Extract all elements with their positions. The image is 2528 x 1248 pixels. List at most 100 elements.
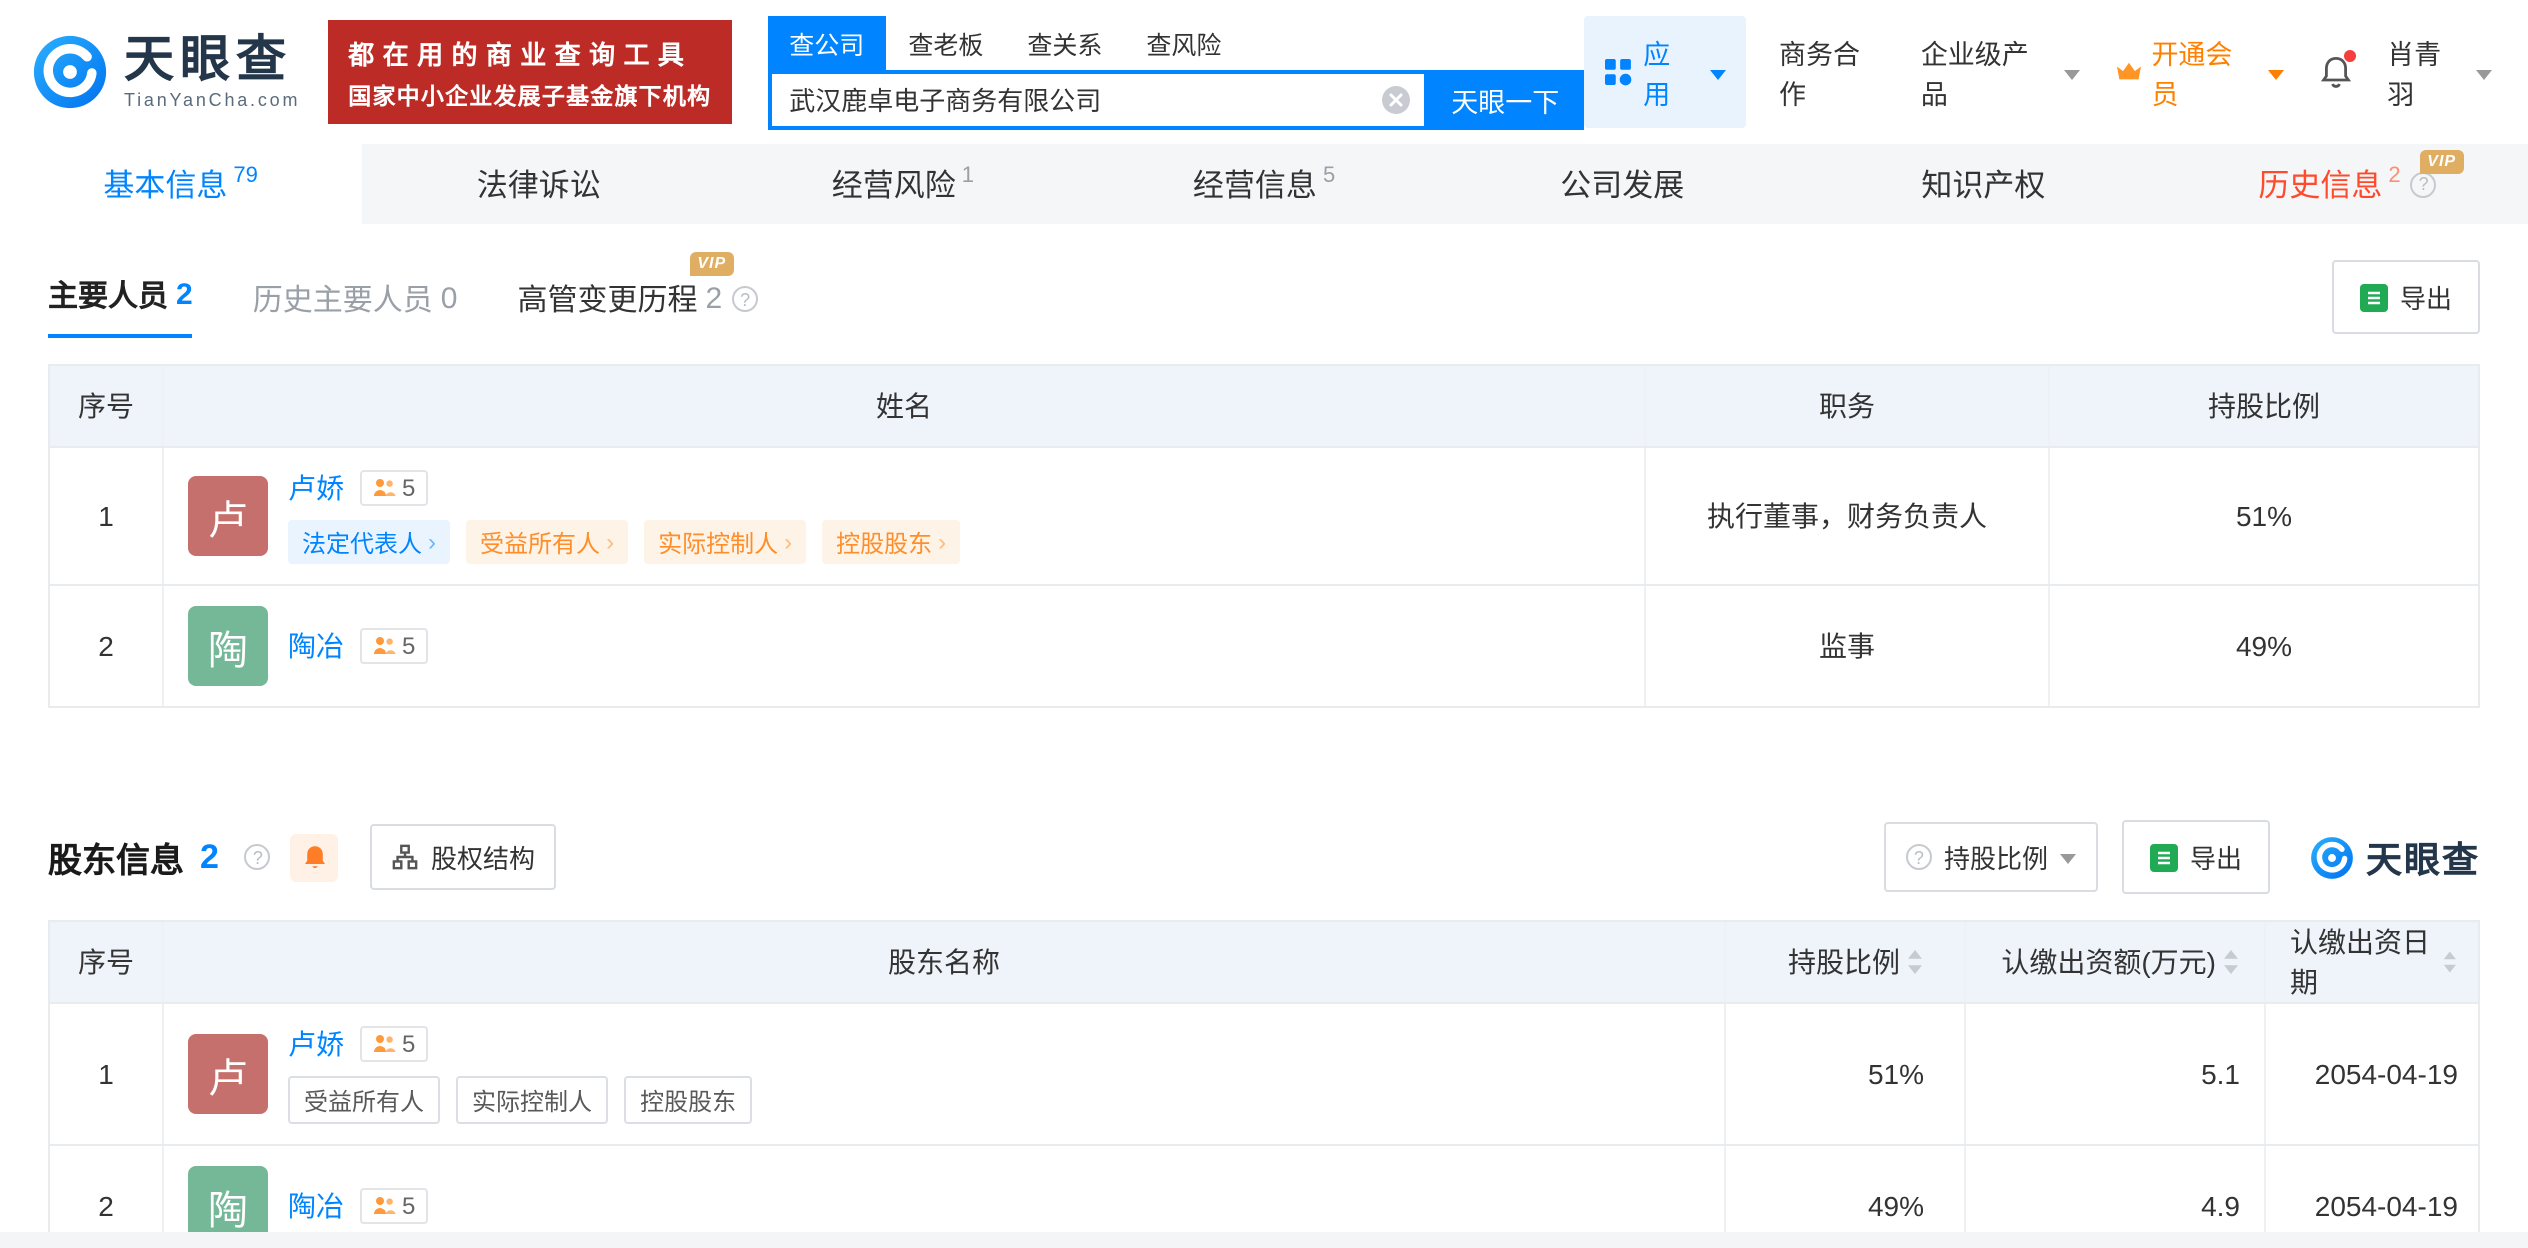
export-shareholders-button[interactable]: 导出 bbox=[2122, 820, 2270, 894]
apps-grid-icon bbox=[1603, 58, 1631, 86]
tab-operating-risk[interactable]: 经营风险1 bbox=[722, 144, 1083, 224]
person-cell: 卢 卢娇 bbox=[162, 1004, 1724, 1144]
tab-historical-personnel[interactable]: 历史主要人员0 bbox=[253, 278, 458, 338]
search-tab-risk[interactable]: 查风险 bbox=[1124, 15, 1243, 69]
equity-structure-icon bbox=[393, 844, 419, 870]
business-cooperation-link[interactable]: 商务合作 bbox=[1779, 32, 1887, 112]
avatar[interactable]: 卢 bbox=[188, 1034, 268, 1114]
open-membership-link[interactable]: 开通会员 bbox=[2114, 32, 2284, 112]
sort-icon bbox=[2222, 948, 2240, 976]
equity-structure-button[interactable]: 股权结构 bbox=[371, 824, 557, 890]
vip-badge: VIP bbox=[2419, 150, 2464, 173]
table-row: 1 卢 卢娇 bbox=[50, 446, 2478, 584]
tag-controlling-shareholder[interactable]: 控股股东 bbox=[822, 520, 960, 564]
tag-beneficial-owner[interactable]: 受益所有人 bbox=[288, 1076, 440, 1124]
notifications-button[interactable] bbox=[2317, 54, 2353, 90]
person-name-link[interactable]: 卢娇 bbox=[288, 468, 344, 508]
shareholder-section-head: 股东信息 2 股权结构 bbox=[48, 820, 2480, 894]
tab-business-info[interactable]: 经营信息5 bbox=[1083, 144, 1444, 224]
partner-count-badge[interactable]: 5 bbox=[360, 1188, 427, 1224]
notification-dot bbox=[2343, 50, 2355, 62]
col-header-no: 序号 bbox=[50, 922, 162, 1002]
avatar[interactable]: 陶 bbox=[188, 606, 268, 686]
partners-icon bbox=[372, 476, 396, 500]
col-header-ratio-sort[interactable]: 持股比例 bbox=[1724, 922, 1964, 1002]
apps-button[interactable]: 应用 bbox=[1583, 16, 1745, 128]
tab-basic-info[interactable]: 基本信息79 bbox=[0, 144, 361, 224]
vip-badge: VIP bbox=[689, 252, 734, 275]
amount-cell: 5.1 bbox=[1964, 1004, 2264, 1144]
partners-icon bbox=[372, 634, 396, 658]
chevron-down-icon bbox=[2064, 69, 2080, 79]
person-name-link[interactable]: 卢娇 bbox=[288, 1024, 344, 1064]
tab-legal-proceedings[interactable]: 法律诉讼 bbox=[361, 144, 722, 224]
col-header-amount-sort[interactable]: 认缴出资额(万元) bbox=[1964, 922, 2264, 1002]
search-button[interactable]: 天眼一下 bbox=[1427, 69, 1583, 129]
tag-legal-representative[interactable]: 法定代表人 bbox=[288, 520, 450, 564]
person-name-link[interactable]: 陶冶 bbox=[288, 1186, 344, 1226]
partner-count-badge[interactable]: 5 bbox=[360, 1026, 427, 1062]
col-header-position: 职务 bbox=[1644, 366, 2048, 446]
col-header-no: 序号 bbox=[50, 366, 162, 446]
table-row: 1 卢 卢娇 bbox=[50, 1002, 2478, 1144]
partner-count-badge[interactable]: 5 bbox=[360, 470, 427, 506]
tab-history-info[interactable]: VIP 历史信息2 bbox=[2167, 144, 2528, 224]
partner-count-badge[interactable]: 5 bbox=[360, 628, 427, 664]
help-icon[interactable] bbox=[245, 844, 271, 870]
chevron-down-icon bbox=[2267, 69, 2283, 79]
col-header-shareholder: 股东名称 bbox=[162, 922, 1724, 1002]
col-header-ratio: 持股比例 bbox=[2048, 366, 2478, 446]
search-tab-company[interactable]: 查公司 bbox=[767, 15, 886, 69]
help-icon[interactable] bbox=[732, 286, 758, 312]
search-tabs: 查公司 查老板 查关系 查风险 bbox=[767, 15, 1583, 69]
ratio-cell: 51% bbox=[1724, 1004, 1964, 1144]
help-icon[interactable] bbox=[2411, 171, 2437, 197]
partners-icon bbox=[372, 1032, 396, 1056]
row-index: 1 bbox=[50, 1004, 162, 1144]
person-cell: 陶 陶冶 bbox=[162, 586, 1644, 706]
tianyancha-logo-icon bbox=[32, 34, 108, 110]
col-header-date-sort[interactable]: 认缴出资日期 bbox=[2264, 922, 2478, 1002]
help-icon bbox=[1906, 844, 1932, 870]
tab-intellectual-property[interactable]: 知识产权 bbox=[1806, 144, 2167, 224]
monitor-bell-button[interactable] bbox=[291, 833, 339, 881]
tianyancha-watermark: 天眼查 bbox=[2310, 831, 2480, 883]
ratio-filter-dropdown[interactable]: 持股比例 bbox=[1884, 822, 2098, 892]
table-row: 2 陶 陶冶 bbox=[50, 584, 2478, 706]
search-input[interactable] bbox=[767, 69, 1427, 129]
tag-controlling-shareholder[interactable]: 控股股东 bbox=[624, 1076, 752, 1124]
staff-table: 序号 姓名 职务 持股比例 1 卢 卢娇 bbox=[48, 364, 2480, 708]
chevron-down-icon bbox=[2060, 854, 2076, 864]
tag-actual-controller[interactable]: 实际控制人 bbox=[644, 520, 806, 564]
person-name-link[interactable]: 陶冶 bbox=[288, 626, 344, 666]
company-tab-bar: 基本信息79 法律诉讼 经营风险1 经营信息5 公司发展 知识产权 VIP 历史… bbox=[0, 144, 2528, 224]
excel-icon bbox=[2360, 283, 2388, 311]
page-background-strip bbox=[0, 1232, 2528, 1248]
tag-actual-controller[interactable]: 实际控制人 bbox=[456, 1076, 608, 1124]
ratio-cell: 49% bbox=[2048, 586, 2478, 706]
avatar[interactable]: 卢 bbox=[188, 476, 268, 556]
search-area: 查公司 查老板 查关系 查风险 天眼一下 bbox=[767, 15, 1583, 129]
search-tab-relation[interactable]: 查关系 bbox=[1005, 15, 1124, 69]
logo-name: 天眼查 bbox=[124, 34, 300, 87]
header: 天眼查 TianYanCha.com 都在用的商业查询工具 国家中小企业发展子基… bbox=[0, 0, 2528, 144]
shareholder-count: 2 bbox=[200, 837, 219, 877]
export-staff-button[interactable]: 导出 bbox=[2332, 260, 2480, 334]
user-menu[interactable]: 肖青羽 bbox=[2387, 32, 2492, 112]
position-cell: 监事 bbox=[1644, 586, 2048, 706]
tianyancha-logo[interactable]: 天眼查 TianYanCha.com bbox=[32, 34, 300, 111]
chevron-down-icon bbox=[2476, 69, 2492, 79]
search-tab-boss[interactable]: 查老板 bbox=[886, 15, 1005, 69]
promo-line1: 都在用的商业查询工具 bbox=[348, 34, 711, 72]
logo-domain: TianYanCha.com bbox=[124, 90, 300, 110]
ratio-cell: 51% bbox=[2048, 448, 2478, 584]
chevron-down-icon bbox=[1709, 69, 1725, 79]
header-nav: 应用 商务合作 企业级产品 开通会员 bbox=[1583, 16, 2492, 128]
tab-company-development[interactable]: 公司发展 bbox=[1445, 144, 1806, 224]
tab-executive-changes[interactable]: VIP 高管变更历程2 bbox=[517, 278, 758, 338]
tag-beneficial-owner[interactable]: 受益所有人 bbox=[466, 520, 628, 564]
clear-icon[interactable] bbox=[1379, 83, 1411, 115]
enterprise-products-link[interactable]: 企业级产品 bbox=[1921, 32, 2080, 112]
tab-key-personnel[interactable]: 主要人员2 bbox=[48, 274, 193, 338]
promo-badge: 都在用的商业查询工具 国家中小企业发展子基金旗下机构 bbox=[328, 20, 731, 124]
